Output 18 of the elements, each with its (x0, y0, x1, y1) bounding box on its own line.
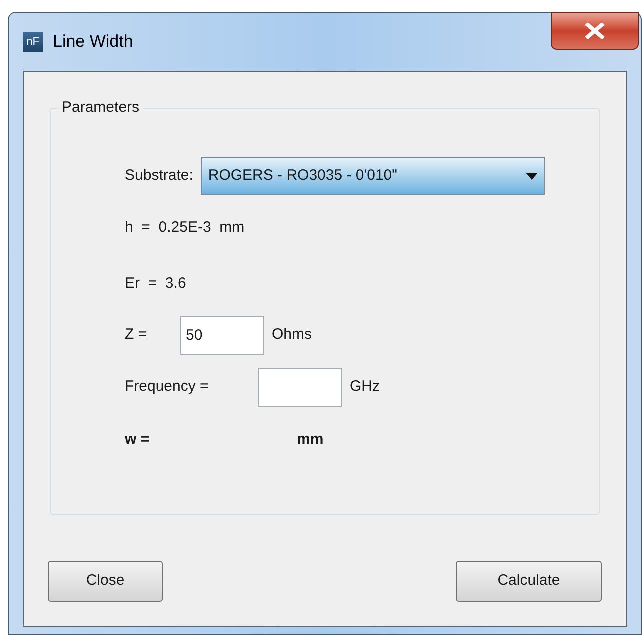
frequency-unit: GHz (350, 377, 380, 398)
app-icon: nF (23, 32, 43, 52)
width-label: w = (125, 430, 151, 450)
impedance-unit: Ohms (272, 325, 312, 346)
permittivity-text: Er = 3.6 (125, 274, 186, 294)
calculate-button[interactable]: Calculate (456, 561, 602, 602)
impedance-label: Z = (125, 325, 148, 346)
impedance-field[interactable]: 50 (180, 316, 264, 355)
thickness-text: h = 0.25E-3 mm (125, 218, 245, 238)
substrate-dropdown[interactable]: ROGERS - RO3035 - 0'010" (201, 157, 546, 195)
width-unit: mm (297, 430, 324, 450)
close-icon[interactable] (551, 12, 639, 50)
substrate-label: Substrate: (125, 166, 194, 186)
close-button[interactable]: Close (48, 561, 163, 602)
frequency-label: Frequency = (125, 377, 210, 398)
dropdown-arrow-icon (526, 172, 538, 180)
window-title: Line Width (53, 31, 134, 54)
frequency-field[interactable] (258, 368, 342, 407)
